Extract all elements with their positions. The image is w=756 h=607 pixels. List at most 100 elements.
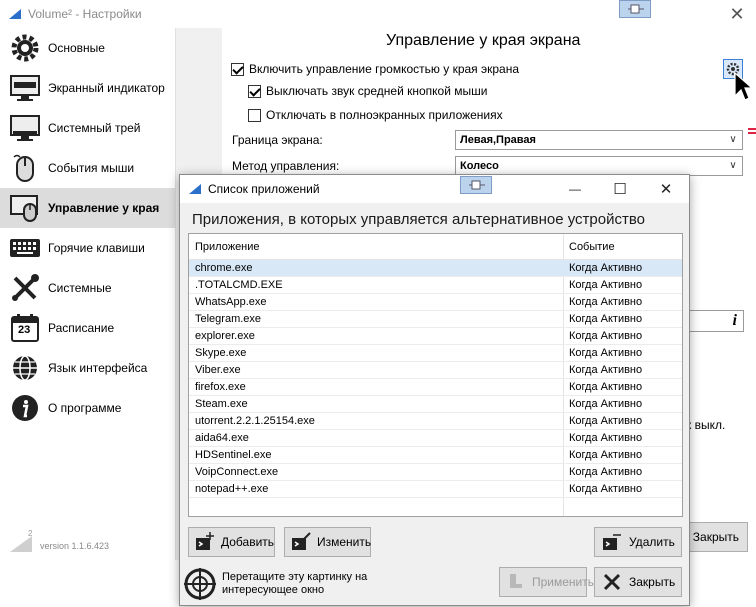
app-name-cell: VoipConnect.exe xyxy=(195,466,279,478)
system-tray-icon xyxy=(8,111,42,145)
sidebar-item-schedule[interactable]: 23 Расписание xyxy=(0,308,176,348)
event-cell: Когда Активно xyxy=(569,296,643,308)
sidebar: Основные Экранный индикатор Системный тр… xyxy=(0,28,176,560)
sidebar-item-about[interactable]: О программе xyxy=(0,388,176,428)
red-marker xyxy=(748,128,756,130)
checkbox-label: Включить управление громкостью у края эк… xyxy=(249,62,520,76)
sidebar-item-label: Экранный индикатор xyxy=(48,81,165,95)
gear-icon xyxy=(8,31,42,65)
sidebar-item-mouse-events[interactable]: События мыши xyxy=(0,148,176,188)
app-list[interactable]: Приложение Событие chrome.exe Когда Актив… xyxy=(188,233,683,517)
app-name-cell: WhatsApp.exe xyxy=(195,296,267,308)
sidebar-item-label: Системный трей xyxy=(48,121,141,135)
section-title: Управление у края экрана xyxy=(386,32,581,49)
sidebar-item-hotkeys[interactable]: Горячие клавиши xyxy=(0,228,176,268)
dialog-close-button[interactable]: ✕ xyxy=(655,179,677,199)
table-row[interactable]: Skype.exe Когда Активно xyxy=(189,345,682,362)
calendar-day: 23 xyxy=(18,324,31,336)
checkbox-box[interactable] xyxy=(248,84,261,98)
sidebar-item-language[interactable]: Язык интерфейса xyxy=(0,348,176,388)
event-cell: Когда Активно xyxy=(569,381,643,393)
table-row[interactable]: chrome.exe Когда Активно xyxy=(189,260,682,277)
table-row[interactable]: HDSentinel.exe Когда Активно xyxy=(189,447,682,464)
maximize-button[interactable]: ☐ xyxy=(609,179,631,199)
volume-app-icon xyxy=(9,9,21,19)
version-text: version 1.1.6.423 xyxy=(40,541,110,551)
border-label: Граница экрана: xyxy=(232,133,323,147)
event-cell: Когда Активно xyxy=(569,449,643,461)
sidebar-item-general[interactable]: Основные xyxy=(0,28,176,68)
app-name-cell: HDSentinel.exe xyxy=(195,449,272,461)
table-row[interactable]: Steam.exe Когда Активно xyxy=(189,396,682,413)
edit-button[interactable]: Изменить xyxy=(284,527,371,557)
event-cell: Когда Активно xyxy=(569,466,643,478)
table-row[interactable]: explorer.exe Когда Активно xyxy=(189,328,682,345)
event-cell: Когда Активно xyxy=(569,279,643,291)
edit-icon xyxy=(291,531,311,553)
table-row[interactable]: Telegram.exe Когда Активно xyxy=(189,311,682,328)
mute-middle-click-checkbox[interactable]: Выключать звук средней кнопкой мыши xyxy=(248,84,487,98)
app-name-cell: Telegram.exe xyxy=(195,313,262,325)
column-header-event[interactable]: Событие xyxy=(569,241,615,253)
app-name-cell: firefox.exe xyxy=(195,381,246,393)
column-header-app[interactable]: Приложение xyxy=(195,241,260,253)
sidebar-item-screen-edge[interactable]: Управление у края xyxy=(0,188,176,228)
pin-tab[interactable] xyxy=(619,0,651,18)
disable-fullscreen-checkbox[interactable]: Отключать в полноэкранных приложениях xyxy=(248,108,503,122)
dialog-heading: Приложения, в которых управляется альтер… xyxy=(192,211,646,228)
checkbox-box[interactable] xyxy=(248,108,261,122)
app-name-cell: Skype.exe xyxy=(195,347,247,359)
app-name-cell: Steam.exe xyxy=(195,398,248,410)
delete-label: Удалить xyxy=(629,535,675,549)
chevron-down-icon: ∨ xyxy=(729,134,737,145)
dialog-pin-tab[interactable] xyxy=(460,176,492,194)
apply-icon xyxy=(506,571,526,593)
apply-button[interactable]: Применить xyxy=(499,567,594,597)
app-name-cell: explorer.exe xyxy=(195,330,255,342)
close-button[interactable]: Закрыть xyxy=(594,567,682,597)
table-row[interactable]: Viber.exe Когда Активно xyxy=(189,362,682,379)
table-row[interactable]: firefox.exe Когда Активно xyxy=(189,379,682,396)
minimize-button[interactable]: — xyxy=(564,179,586,199)
event-cell: Когда Активно xyxy=(569,483,643,495)
add-icon xyxy=(195,531,215,553)
volume-app-icon xyxy=(189,184,201,194)
event-cell: Когда Активно xyxy=(569,432,643,444)
dialog-title: Список приложений xyxy=(208,182,320,196)
border-select[interactable]: Левая,Правая ∨ xyxy=(455,130,743,150)
add-button[interactable]: Добавить xyxy=(188,527,275,557)
table-row[interactable]: VoipConnect.exe Когда Активно xyxy=(189,464,682,481)
settings-close-button[interactable]: ✕ xyxy=(727,4,747,24)
method-label: Метод управления: xyxy=(232,159,340,173)
pin-icon xyxy=(469,180,485,190)
chevron-down-icon: ∨ xyxy=(729,160,737,171)
window-title: Volume² - Настройки xyxy=(28,7,142,21)
method-select[interactable]: Колесо ∨ xyxy=(455,156,743,176)
table-row[interactable]: utorrent.2.2.1.25154.exe Когда Активно xyxy=(189,413,682,430)
sidebar-item-osd[interactable]: Экранный индикатор xyxy=(0,68,176,108)
table-row[interactable]: WhatsApp.exe Когда Активно xyxy=(189,294,682,311)
delete-icon xyxy=(601,531,623,553)
settings-close-btn[interactable]: Закрыть xyxy=(686,522,748,552)
app-list-dialog: Список приложений — ☐ ✕ Приложения, в ко… xyxy=(179,174,690,606)
tools-icon xyxy=(8,271,42,305)
drag-hint: Перетащите эту картинку на интересующее … xyxy=(222,571,367,597)
delete-button[interactable]: Удалить xyxy=(594,527,682,557)
event-cell: Когда Активно xyxy=(569,330,643,342)
edit-label: Изменить xyxy=(317,535,372,549)
screen-edge-mouse-icon xyxy=(8,191,42,225)
sidebar-item-system[interactable]: Системные xyxy=(0,268,176,308)
enable-edge-control-checkbox[interactable]: Включить управление громкостью у края эк… xyxy=(231,62,519,76)
event-cell: Когда Активно xyxy=(569,398,643,410)
crosshair-target-icon[interactable] xyxy=(183,567,217,601)
table-row[interactable]: .TOTALCMD.EXE Когда Активно xyxy=(189,277,682,294)
table-row[interactable]: notepad++.exe Когда Активно xyxy=(189,481,682,498)
border-value: Левая,Правая xyxy=(460,134,536,146)
mouse-cursor-icon xyxy=(734,72,752,101)
table-row[interactable]: aida64.exe Когда Активно xyxy=(189,430,682,447)
app-name-cell: Viber.exe xyxy=(195,364,241,376)
sidebar-item-label: Расписание xyxy=(48,321,115,335)
sidebar-item-tray[interactable]: Системный трей xyxy=(0,108,176,148)
checkbox-box[interactable] xyxy=(231,62,244,76)
side-text: к выкл. xyxy=(686,418,726,432)
